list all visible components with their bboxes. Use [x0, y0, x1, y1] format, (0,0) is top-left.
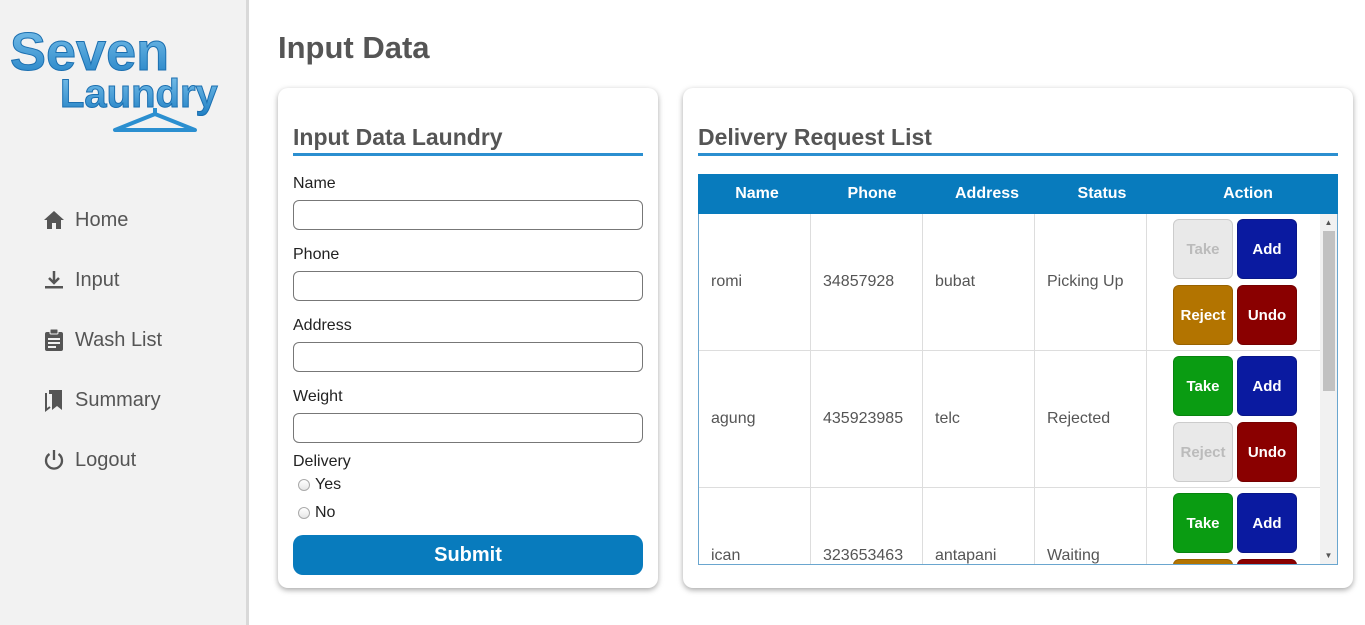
logo-text-laundry: Laundry — [60, 72, 219, 116]
undo-button[interactable]: Undo — [1237, 285, 1297, 345]
home-icon — [42, 208, 66, 232]
delivery-no-radio[interactable] — [298, 507, 310, 519]
bookmark-icon — [42, 388, 66, 412]
input-form-card: Input Data Laundry Name Phone Address We… — [278, 88, 658, 588]
add-button[interactable]: Add — [1237, 356, 1297, 416]
reject-button[interactable]: Reject — [1173, 559, 1233, 564]
col-header-name: Name — [735, 185, 779, 202]
cell-phone: 34857928 — [811, 214, 923, 350]
seven-laundry-logo[interactable]: Seven Laundry — [10, 12, 230, 137]
weight-input[interactable] — [293, 413, 643, 443]
undo-button[interactable]: Undo — [1237, 422, 1297, 482]
table-scrollbar[interactable]: ▲ ▼ — [1320, 214, 1337, 564]
cell-status: Rejected — [1035, 351, 1147, 487]
reject-button[interactable]: Reject — [1173, 285, 1233, 345]
delivery-no-option[interactable]: No — [293, 499, 643, 527]
sidebar: Seven Laundry Home Input Wash List Summa… — [0, 0, 249, 625]
cell-address: antapani — [923, 488, 1035, 564]
col-header-status: Status — [1077, 185, 1127, 202]
reject-button: Reject — [1173, 422, 1233, 482]
page-title: Input Data — [278, 30, 430, 65]
take-button[interactable]: Take — [1173, 356, 1233, 416]
delivery-yes-radio[interactable] — [298, 479, 310, 491]
delivery-yes-label: Yes — [315, 476, 342, 493]
table-row: agung 435923985 telc Rejected Take Add R… — [699, 351, 1337, 488]
table-body[interactable]: romi 34857928 bubat Picking Up Take Add … — [698, 214, 1338, 565]
cell-name: ican — [699, 488, 811, 564]
clipboard-icon — [42, 328, 66, 352]
input-form: Name Phone Address Weight Delivery Yes N… — [293, 174, 643, 575]
col-header-action: Action — [1223, 185, 1273, 202]
cell-phone: 435923985 — [811, 351, 923, 487]
take-button: Take — [1173, 219, 1233, 279]
cell-name: romi — [699, 214, 811, 350]
name-label: Name — [293, 175, 336, 192]
nav-item-summary[interactable]: Summary — [42, 370, 162, 430]
scroll-down-icon[interactable]: ▼ — [1320, 547, 1337, 564]
cell-name: agung — [699, 351, 811, 487]
nav-item-label: Logout — [75, 448, 137, 471]
undo-button[interactable]: Undo — [1237, 559, 1297, 564]
phone-label: Phone — [293, 246, 340, 263]
delivery-yes-option[interactable]: Yes — [293, 471, 643, 499]
address-input[interactable] — [293, 342, 643, 372]
table-header: Name Phone Address Status Action — [698, 174, 1338, 214]
take-button[interactable]: Take — [1173, 493, 1233, 553]
cell-action: Take Add Reject Undo — [1147, 214, 1319, 350]
weight-label: Weight — [293, 388, 343, 405]
cell-phone: 323653463 — [811, 488, 923, 564]
table-row: ican 323653463 antapani Waiting Take Add… — [699, 488, 1337, 564]
cell-status: Waiting — [1035, 488, 1147, 564]
form-title: Input Data Laundry — [293, 124, 643, 156]
nav-item-wash-list[interactable]: Wash List — [42, 310, 162, 370]
delivery-list-card: Delivery Request List Name Phone Address… — [683, 88, 1353, 588]
power-icon — [42, 448, 66, 472]
list-title: Delivery Request List — [698, 124, 1338, 156]
nav-item-home[interactable]: Home — [42, 190, 162, 250]
delivery-no-label: No — [315, 504, 336, 521]
cell-status: Picking Up — [1035, 214, 1147, 350]
nav-item-label: Wash List — [75, 328, 163, 351]
nav-item-label: Home — [75, 208, 129, 231]
name-input[interactable] — [293, 200, 643, 230]
cell-action: Take Add Reject Undo — [1147, 488, 1319, 564]
col-header-phone: Phone — [847, 185, 897, 202]
phone-input[interactable] — [293, 271, 643, 301]
cell-address: bubat — [923, 214, 1035, 350]
download-icon — [42, 268, 66, 292]
delivery-label: Delivery — [293, 453, 351, 470]
submit-button[interactable]: Submit — [293, 535, 643, 575]
sidebar-nav: Home Input Wash List Summary Logout — [42, 190, 162, 490]
nav-item-label: Summary — [75, 388, 161, 411]
address-label: Address — [293, 317, 352, 334]
scroll-up-icon[interactable]: ▲ — [1320, 214, 1337, 231]
cell-action: Take Add Reject Undo — [1147, 351, 1319, 487]
table-row: romi 34857928 bubat Picking Up Take Add … — [699, 214, 1337, 351]
cell-address: telc — [923, 351, 1035, 487]
nav-item-input[interactable]: Input — [42, 250, 162, 310]
nav-item-label: Input — [75, 268, 120, 291]
add-button[interactable]: Add — [1237, 493, 1297, 553]
scrollbar-thumb[interactable] — [1323, 231, 1335, 391]
col-header-address: Address — [954, 185, 1020, 202]
nav-item-logout[interactable]: Logout — [42, 430, 162, 490]
add-button[interactable]: Add — [1237, 219, 1297, 279]
